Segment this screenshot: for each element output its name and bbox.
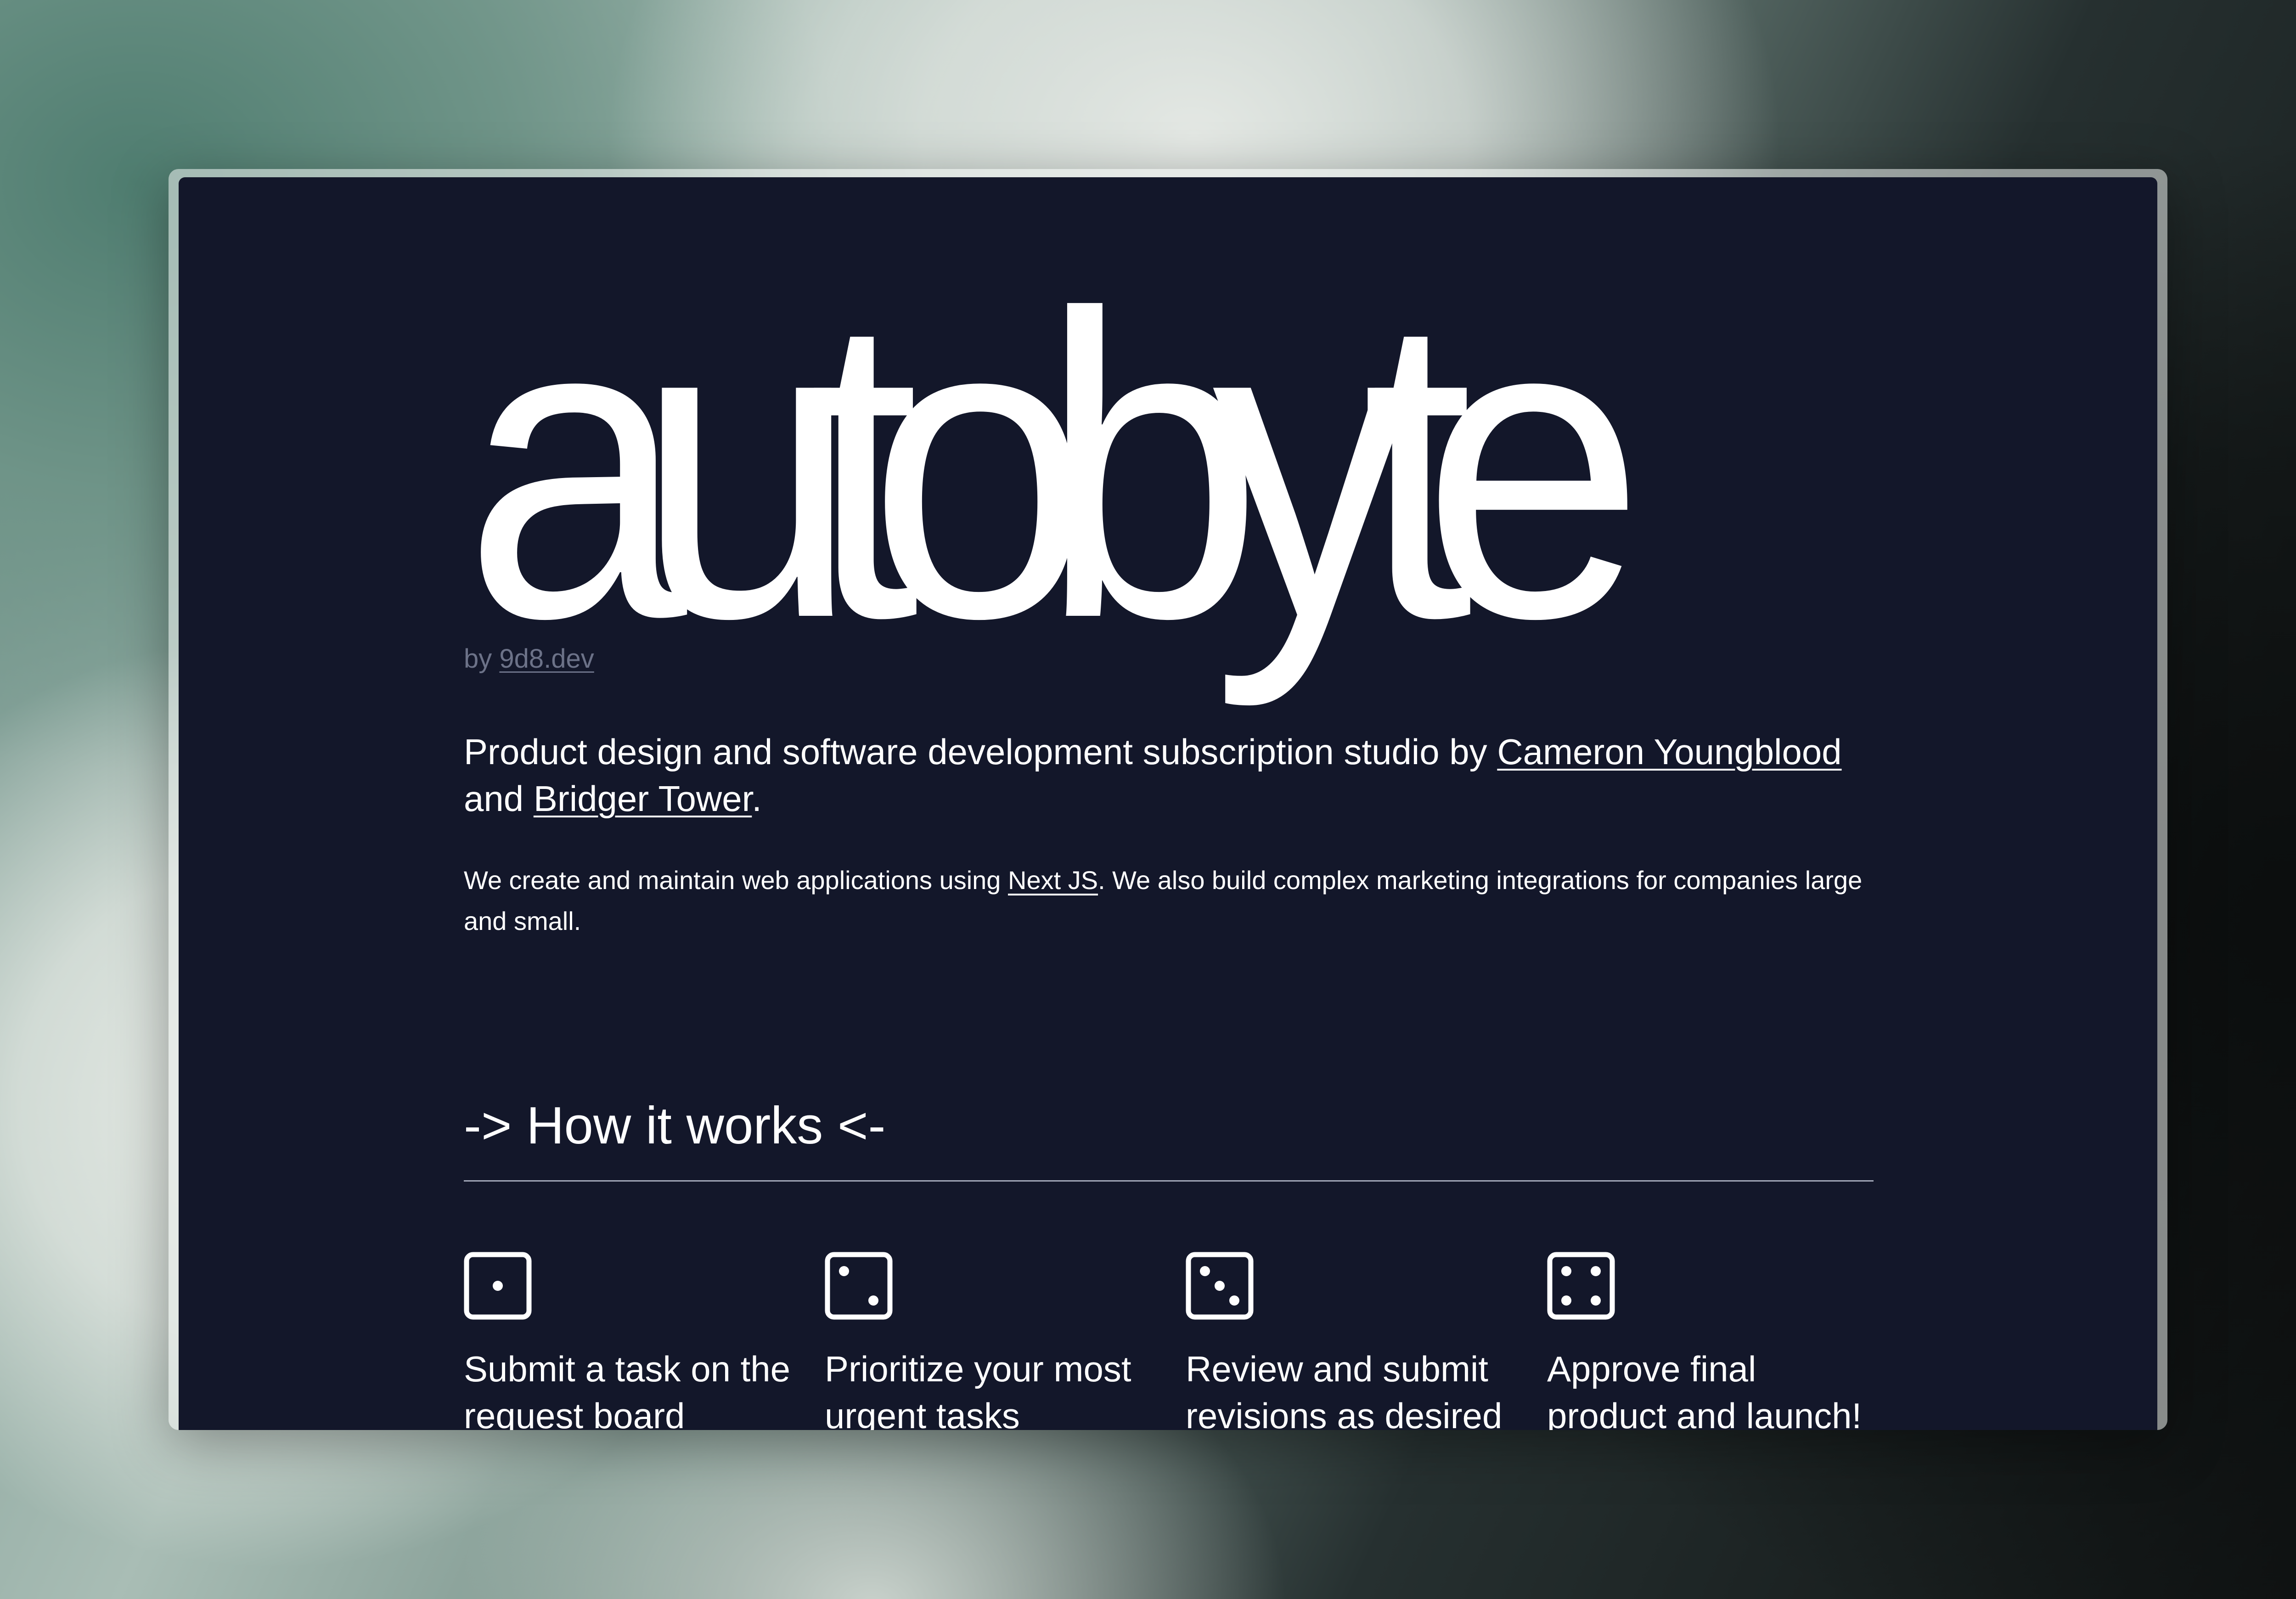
step-2: Prioritize your most urgent tasks <box>825 1252 1165 1430</box>
step-1-label: Submit a task on the request board <box>464 1349 791 1430</box>
body-text-1: We create and maintain web applications … <box>464 866 1008 895</box>
lead-paragraph: Product design and software development … <box>464 728 1874 822</box>
step-3: Review and submit revisions as desired <box>1186 1252 1525 1430</box>
section-divider <box>464 1180 1874 1182</box>
step-2-label: Prioritize your most urgent tasks <box>825 1349 1131 1430</box>
nextjs-link[interactable]: Next JS <box>1008 866 1098 895</box>
founder-link-bridger[interactable]: Bridger Tower <box>534 778 752 819</box>
description-paragraph: We create and maintain web applications … <box>464 860 1874 941</box>
step-3-label: Review and submit revisions as desired <box>1186 1349 1503 1430</box>
step-4-label: Approve final product and launch! <box>1547 1349 1862 1430</box>
die-two-icon <box>825 1252 893 1320</box>
die-three-icon <box>1186 1252 1254 1320</box>
founder-link-cameron[interactable]: Cameron Youngblood <box>1497 732 1841 772</box>
how-it-works-heading: -> How it works <- <box>464 1097 886 1155</box>
page-viewport[interactable]: autobyte by 9d8.dev Product design and s… <box>179 177 2157 1430</box>
lead-text-2: and <box>464 778 534 819</box>
lead-text-3: . <box>752 778 762 819</box>
byline-prefix: by <box>464 644 492 674</box>
byline-link-9d8[interactable]: 9d8.dev <box>499 644 594 674</box>
die-four-icon <box>1547 1252 1615 1320</box>
step-1: Submit a task on the request board <box>464 1252 804 1430</box>
lead-text-1: Product design and software development … <box>464 732 1497 772</box>
byline: by 9d8.dev <box>464 643 594 674</box>
browser-window-frame: autobyte by 9d8.dev Product design and s… <box>169 169 2167 1430</box>
step-4: Approve final product and launch! <box>1547 1252 1887 1430</box>
autobyte-logo: autobyte <box>464 225 1645 708</box>
die-one-icon <box>464 1252 532 1320</box>
